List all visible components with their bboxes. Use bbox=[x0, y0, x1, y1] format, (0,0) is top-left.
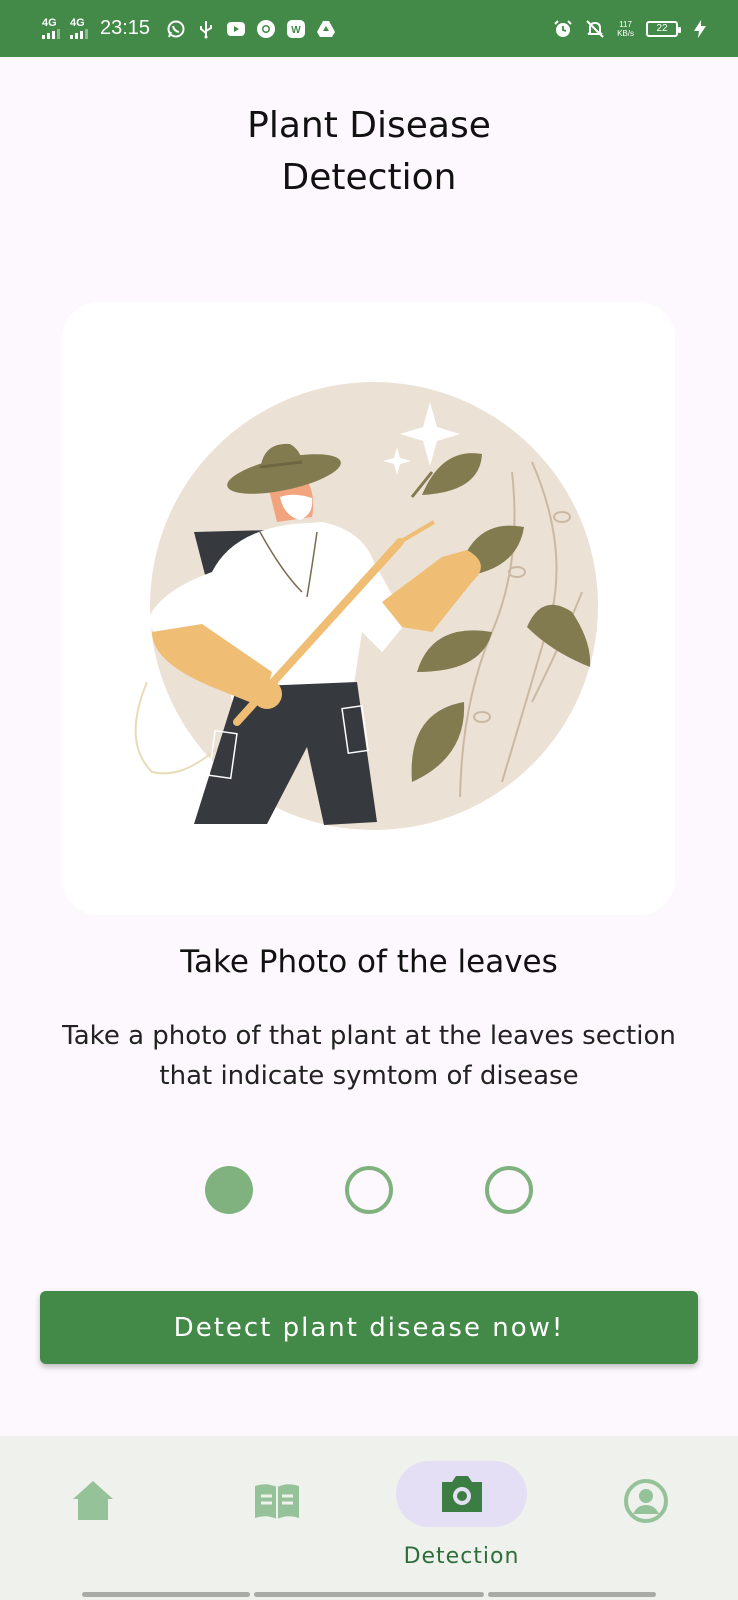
status-bar-left: 4G 4G 23:15 W bbox=[42, 0, 336, 57]
whatsapp-icon bbox=[167, 20, 185, 37]
charging-icon bbox=[694, 19, 706, 38]
speed-value: 117 bbox=[619, 19, 632, 29]
usb-icon bbox=[200, 20, 213, 38]
notifications-off-icon bbox=[586, 19, 604, 38]
battery-icon: 22 bbox=[646, 20, 681, 37]
network-type-1: 4G bbox=[42, 17, 57, 29]
status-bar: 4G 4G 23:15 W 117 KB/s 22 bbox=[0, 0, 738, 57]
page-dot-3[interactable] bbox=[485, 1166, 533, 1214]
illustration-card bbox=[62, 302, 675, 915]
step-title: Take Photo of the leaves bbox=[180, 944, 558, 980]
home-icon bbox=[73, 1481, 113, 1520]
nav-item-detection[interactable] bbox=[396, 1436, 527, 1600]
battery-level: 22 bbox=[656, 23, 668, 34]
account-icon bbox=[624, 1479, 668, 1523]
page-dot-2[interactable] bbox=[345, 1166, 393, 1214]
youtube-icon bbox=[227, 21, 246, 36]
network-speed: 117 KB/s bbox=[617, 20, 634, 38]
signal-bars-icon bbox=[42, 29, 60, 39]
status-bar-right: 117 KB/s 22 bbox=[553, 0, 710, 57]
page-indicator bbox=[0, 1166, 738, 1216]
page-dot-1[interactable] bbox=[205, 1166, 253, 1214]
nav-label-detection[interactable]: Detection bbox=[370, 1544, 553, 1569]
gesture-bar bbox=[488, 1592, 656, 1597]
camera-icon bbox=[442, 1476, 482, 1512]
speed-unit: KB/s bbox=[617, 28, 634, 38]
nav-item-library[interactable] bbox=[230, 1436, 360, 1600]
network-signal-2: 4G bbox=[70, 18, 88, 39]
nav-item-profile[interactable] bbox=[600, 1436, 730, 1600]
svg-text:W: W bbox=[291, 25, 301, 36]
gesture-bar bbox=[82, 1592, 250, 1597]
network-type-2: 4G bbox=[70, 17, 85, 29]
signal-bars-icon bbox=[70, 29, 88, 39]
status-time: 23:15 bbox=[100, 17, 151, 39]
alarm-icon bbox=[554, 19, 572, 37]
page-title: Plant Disease Detection bbox=[247, 105, 491, 198]
nav-item-home[interactable] bbox=[55, 1436, 185, 1600]
book-icon bbox=[255, 1484, 299, 1519]
farmer-spraying-plant-illustration bbox=[134, 382, 598, 830]
gesture-bar bbox=[254, 1592, 484, 1597]
network-signal-1: 4G bbox=[42, 18, 60, 39]
chrome-icon bbox=[257, 19, 276, 38]
drive-icon bbox=[317, 20, 336, 37]
detect-disease-button[interactable]: Detect plant disease now! bbox=[40, 1291, 698, 1364]
step-description: Take a photo of that plant at the leaves… bbox=[62, 1021, 676, 1091]
bottom-navigation bbox=[0, 1436, 738, 1600]
app-icon: W bbox=[287, 19, 306, 38]
